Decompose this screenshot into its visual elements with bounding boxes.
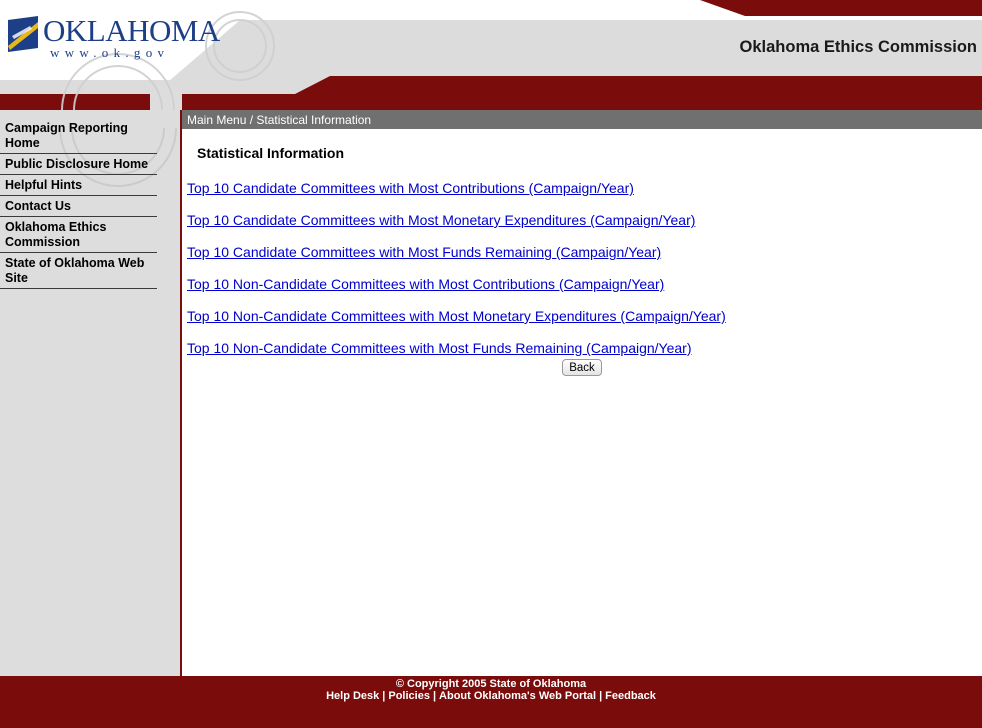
sidebar-link[interactable]: Campaign Reporting Home	[5, 121, 152, 151]
sidebar-link[interactable]: Oklahoma Ethics Commission	[5, 220, 152, 250]
footer-link-help-desk[interactable]: Help Desk	[326, 690, 379, 702]
list-item: Top 10 Non-Candidate Committees with Mos…	[187, 340, 726, 372]
sidebar-nav: Campaign Reporting Home Public Disclosur…	[0, 118, 157, 289]
breadcrumb-bar: Main Menu / Statistical Information	[182, 110, 982, 129]
sidebar-divider	[180, 110, 182, 676]
logo-url: www.ok.gov	[50, 45, 170, 60]
footer-separator: |	[599, 690, 603, 702]
stat-link[interactable]: Top 10 Candidate Committees with Most Fu…	[187, 244, 661, 260]
copyright-text: © Copyright 2005 State of Oklahoma	[395, 678, 587, 690]
sidebar-item-helpful-hints: Helpful Hints	[0, 175, 157, 196]
site-title: Oklahoma Ethics Commission	[739, 38, 977, 56]
stat-link[interactable]: Top 10 Non-Candidate Committees with Mos…	[187, 340, 692, 356]
stat-link[interactable]: Top 10 Non-Candidate Committees with Mos…	[187, 308, 726, 324]
list-item: Top 10 Candidate Committees with Most Fu…	[187, 244, 726, 276]
statistics-link-list: Top 10 Candidate Committees with Most Co…	[187, 180, 726, 372]
list-item: Top 10 Non-Candidate Committees with Mos…	[187, 276, 726, 308]
site-header: OKLAHOMA www.ok.gov Oklahoma Ethics Comm…	[0, 0, 982, 110]
sidebar-link[interactable]: State of Oklahoma Web Site	[5, 256, 152, 286]
sidebar-item-oklahoma-ethics-commission: Oklahoma Ethics Commission	[0, 217, 157, 253]
footer-separator: |	[382, 690, 386, 702]
sidebar-link[interactable]: Contact Us	[5, 199, 152, 214]
oklahoma-flag-icon	[8, 16, 38, 52]
logo-wordmark: OKLAHOMA	[43, 13, 220, 48]
sidebar-item-campaign-reporting-home: Campaign Reporting Home	[0, 118, 157, 154]
breadcrumb: Main Menu / Statistical Information	[187, 113, 372, 127]
list-item: Top 10 Non-Candidate Committees with Mos…	[187, 308, 726, 340]
sidebar-link[interactable]: Public Disclosure Home	[5, 157, 152, 172]
footer-link-about-portal[interactable]: About Oklahoma's Web Portal	[439, 690, 596, 702]
footer-links: Help Desk | Policies | About Oklahoma's Web …	[0, 690, 982, 702]
list-item: Top 10 Candidate Committees with Most Co…	[187, 180, 726, 212]
oklahoma-logo[interactable]: OKLAHOMA www.ok.gov	[6, 14, 220, 60]
sidebar: Campaign Reporting Home Public Disclosur…	[0, 110, 180, 676]
site-footer: © Copyright 2005 State of Oklahoma Help …	[0, 676, 982, 728]
page-title: Statistical Information	[197, 145, 345, 161]
list-item: Top 10 Candidate Committees with Most Mo…	[187, 212, 726, 244]
footer-link-policies[interactable]: Policies	[388, 690, 430, 702]
sidebar-item-contact-us: Contact Us	[0, 196, 157, 217]
sidebar-item-public-disclosure-home: Public Disclosure Home	[0, 154, 157, 175]
footer-link-feedback[interactable]: Feedback	[605, 690, 656, 702]
stat-link[interactable]: Top 10 Non-Candidate Committees with Mos…	[187, 276, 664, 292]
sidebar-link[interactable]: Helpful Hints	[5, 178, 152, 193]
sidebar-item-state-of-oklahoma-web-site: State of Oklahoma Web Site	[0, 253, 157, 289]
footer-separator: |	[432, 690, 437, 702]
stat-link[interactable]: Top 10 Candidate Committees with Most Co…	[187, 180, 634, 196]
stat-link[interactable]: Top 10 Candidate Committees with Most Mo…	[187, 212, 695, 228]
back-button[interactable]: Back	[562, 359, 602, 376]
